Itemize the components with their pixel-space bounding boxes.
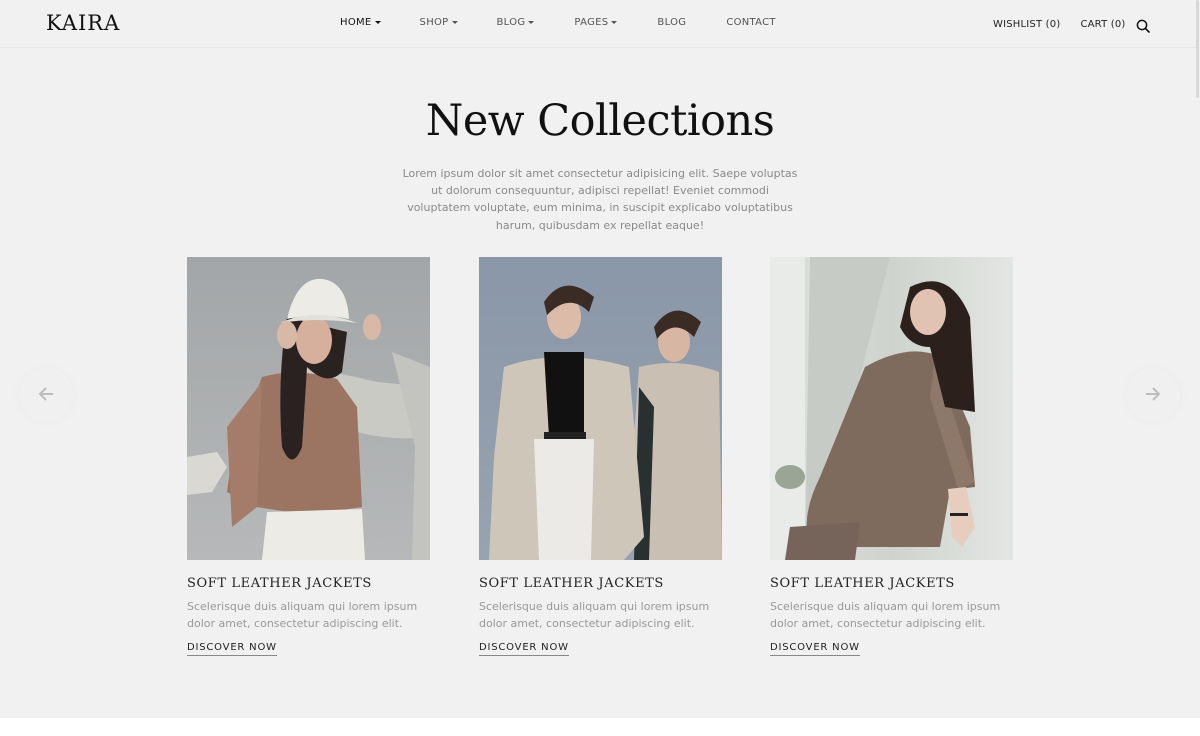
product-card: SOFT LEATHER JACKETS Scelerisque duis al…: [187, 257, 430, 656]
section-title: New Collections: [425, 96, 775, 146]
nav-item-home[interactable]: HOME: [340, 17, 381, 28]
section-intro: Lorem ipsum dolor sit amet consectetur a…: [402, 167, 798, 232]
product-card: SOFT LEATHER JACKETS Scelerisque duis al…: [479, 257, 722, 656]
nav-item-blog-dropdown[interactable]: BLOG: [497, 17, 535, 28]
scrollbar-thumb[interactable]: [1196, 0, 1199, 98]
product-image[interactable]: [479, 257, 722, 560]
product-description: Scelerisque duis aliquam qui lorem ipsum…: [479, 600, 710, 630]
product-card: SOFT LEATHER JACKETS Scelerisque duis al…: [770, 257, 1013, 656]
carousel-next-button[interactable]: [1126, 368, 1180, 422]
nav-label: BLOG: [657, 17, 687, 28]
discover-now-link[interactable]: DISCOVER NOW: [770, 642, 860, 656]
caret-down-icon: [451, 21, 458, 24]
nav-item-blog[interactable]: BLOG: [657, 17, 686, 28]
caret-down-icon: [611, 21, 618, 24]
discover-now-link[interactable]: DISCOVER NOW: [479, 642, 569, 656]
caret-down-icon: [528, 21, 535, 24]
logo[interactable]: KAIRA: [46, 11, 120, 35]
header-actions: WISHLIST (0) CART (0): [993, 17, 1150, 33]
nav-label: PAGES: [574, 17, 609, 28]
product-description: Scelerisque duis aliquam qui lorem ipsum…: [187, 600, 418, 630]
product-title[interactable]: SOFT LEATHER JACKETS: [187, 576, 430, 591]
next-section-edge: [0, 718, 1200, 736]
main-nav: HOME SHOP BLOG PAGES BLOG CONTACT: [340, 17, 776, 28]
nav-label: CONTACT: [726, 17, 776, 28]
nav-label: BLOG: [496, 17, 526, 28]
product-image[interactable]: [187, 257, 430, 560]
nav-label: HOME: [340, 17, 372, 28]
wishlist-link[interactable]: WISHLIST (0): [993, 19, 1060, 30]
carousel-prev-button[interactable]: [19, 368, 73, 422]
nav-item-shop[interactable]: SHOP: [420, 17, 458, 28]
product-title[interactable]: SOFT LEATHER JACKETS: [770, 576, 1013, 591]
product-image[interactable]: [770, 257, 1013, 560]
arrow-left-icon: [38, 386, 54, 405]
product-title[interactable]: SOFT LEATHER JACKETS: [479, 576, 722, 591]
site-header: KAIRA HOME SHOP BLOG PAGES BLOG CONTACT …: [0, 0, 1200, 48]
nav-item-contact[interactable]: CONTACT: [726, 17, 776, 28]
search-icon[interactable]: [1136, 18, 1150, 33]
discover-now-link[interactable]: DISCOVER NOW: [187, 642, 277, 656]
nav-item-pages[interactable]: PAGES: [574, 17, 618, 28]
product-description: Scelerisque duis aliquam qui lorem ipsum…: [770, 600, 1001, 630]
arrow-right-icon: [1145, 386, 1161, 405]
cart-link[interactable]: CART (0): [1080, 19, 1125, 30]
nav-label: SHOP: [419, 17, 449, 28]
caret-down-icon: [374, 21, 381, 24]
